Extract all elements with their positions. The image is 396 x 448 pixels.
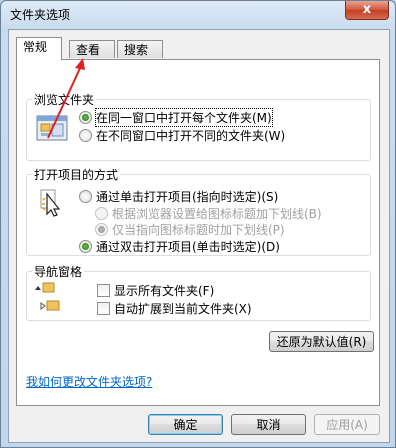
- tab-view[interactable]: 查看: [69, 40, 115, 58]
- radio-single-click[interactable]: 通过单击打开项目(指向时选定)(S): [79, 188, 278, 205]
- click-items-group: 打开项目的方式 通过单击打开项目(指向时选定)(S) 根据浏览器设置给图标标题加…: [26, 166, 371, 256]
- folder-options-window: 文件夹选项 x 常规 查看 搜索 浏览文件夹 在同一窗口中打开每个文件夹(M) …: [0, 0, 396, 448]
- radio-underline-browser-label: 根据浏览器设置给图标标题加下划线(B): [112, 207, 322, 221]
- navigation-pane-title: 导航窗格: [32, 263, 85, 280]
- tab-search[interactable]: 搜索: [117, 40, 163, 58]
- tab-general-label: 常规: [23, 40, 48, 54]
- browse-folders-title: 浏览文件夹: [32, 91, 97, 108]
- checkbox-show-all-folders-box[interactable]: [97, 284, 110, 297]
- radio-double-click[interactable]: 通过双击打开项目(单击时选定)(D): [79, 238, 280, 255]
- browse-folders-group: 浏览文件夹 在同一窗口中打开每个文件夹(M) 在不同窗口中打开不同的文件夹(W): [26, 91, 371, 161]
- radio-underline-browser-dot[interactable]: [95, 207, 108, 220]
- radio-underline-hover-label: 仅当指向图标标题时加下划线(P): [112, 223, 285, 237]
- checkbox-auto-expand[interactable]: 自动扩展到当前文件夹(X): [97, 300, 252, 317]
- checkbox-auto-expand-box[interactable]: [97, 302, 110, 315]
- general-tab-panel: 浏览文件夹 在同一窗口中打开每个文件夹(M) 在不同窗口中打开不同的文件夹(W): [16, 59, 380, 406]
- click-cursor-icon: [40, 189, 61, 217]
- window-title: 文件夹选项: [10, 8, 71, 22]
- radio-same-window[interactable]: 在同一窗口中打开每个文件夹(M): [79, 108, 273, 127]
- radio-separate-windows-label: 在不同窗口中打开不同的文件夹(W): [96, 129, 286, 143]
- restore-defaults-button[interactable]: 还原为默认值(R): [269, 331, 374, 352]
- title-bar[interactable]: 文件夹选项 x: [1, 1, 395, 27]
- radio-underline-hover[interactable]: 仅当指向图标标题时加下划线(P): [95, 221, 285, 238]
- close-icon: x: [362, 2, 372, 17]
- cancel-button[interactable]: 取消: [231, 414, 306, 435]
- help-link[interactable]: 我如何更改文件夹选项?: [26, 373, 152, 390]
- ok-button[interactable]: 确定: [148, 414, 223, 435]
- folder-window-icon: [36, 115, 68, 141]
- close-button[interactable]: x: [345, 1, 389, 20]
- checkbox-auto-expand-label: 自动扩展到当前文件夹(X): [114, 302, 252, 316]
- tab-view-label: 查看: [76, 43, 101, 57]
- navigation-pane-group: 导航窗格 显示所有文件夹(F) 自动扩展到当前文件夹(X): [26, 263, 371, 321]
- radio-underline-hover-dot[interactable]: [95, 223, 108, 236]
- radio-underline-browser[interactable]: 根据浏览器设置给图标标题加下划线(B): [95, 205, 322, 222]
- tab-search-label: 搜索: [124, 43, 149, 57]
- apply-button[interactable]: 应用(A): [314, 414, 380, 435]
- checkbox-show-all-folders[interactable]: 显示所有文件夹(F): [97, 282, 214, 299]
- radio-separate-windows-dot[interactable]: [79, 129, 92, 142]
- radio-double-click-dot[interactable]: [79, 240, 92, 253]
- radio-double-click-label: 通过双击打开项目(单击时选定)(D): [96, 240, 280, 254]
- click-items-title: 打开项目的方式: [32, 166, 121, 183]
- dialog-client: 常规 查看 搜索 浏览文件夹 在同一窗口中打开每个文件夹(M) 在不同窗口中打开…: [8, 29, 390, 443]
- radio-single-click-dot[interactable]: [79, 190, 92, 203]
- radio-single-click-label: 通过单击打开项目(指向时选定)(S): [96, 190, 279, 204]
- checkbox-show-all-folders-label: 显示所有文件夹(F): [114, 284, 215, 298]
- radio-same-window-dot[interactable]: [79, 111, 92, 124]
- navigation-tree-icon: [35, 282, 60, 311]
- radio-same-window-label: 在同一窗口中打开每个文件夹(M): [95, 108, 273, 127]
- radio-separate-windows[interactable]: 在不同窗口中打开不同的文件夹(W): [79, 127, 285, 144]
- tab-general[interactable]: 常规: [16, 37, 62, 60]
